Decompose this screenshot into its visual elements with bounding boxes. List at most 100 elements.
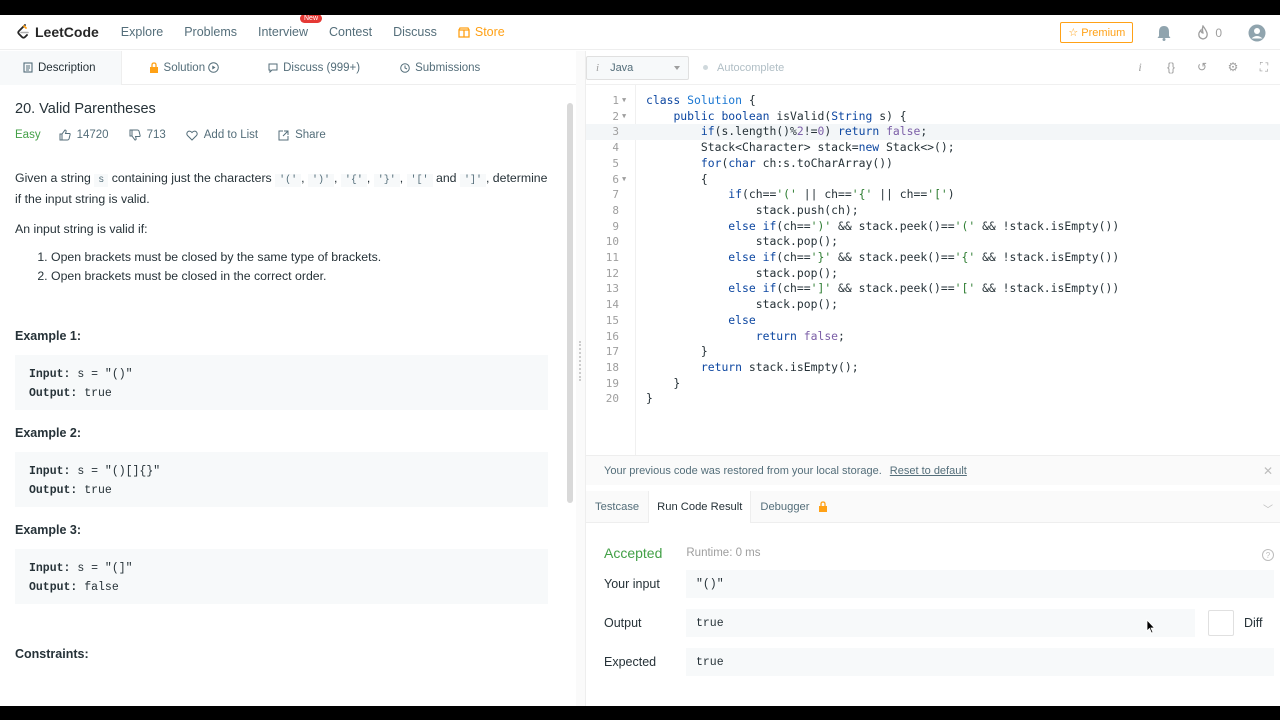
code-line: 18 return stack.isEmpty(); — [605, 359, 859, 374]
tab-discuss-label: Discuss (999+) — [283, 61, 361, 74]
code-line: 11 else if(ch=='}' && stack.peek()=='{' … — [605, 250, 1120, 264]
tab-discuss[interactable]: Discuss (999+) — [268, 51, 360, 85]
nav-right: ☆ Premium 0 — [1060, 15, 1280, 50]
inline-code-char: ']' — [459, 174, 486, 187]
streak-counter[interactable]: 0 — [1197, 25, 1222, 40]
tab-testcase[interactable]: Testcase — [586, 491, 648, 523]
info-icon[interactable]: i — [1132, 60, 1148, 75]
diff-checkbox[interactable] — [1208, 610, 1234, 636]
problem-tabs: Description Solution Discuss (999+) Subm… — [0, 50, 576, 85]
code-line: 15 else — [605, 312, 756, 327]
caret-down-icon — [674, 65, 680, 70]
tab-run-result[interactable]: Run Code Result — [648, 490, 752, 523]
nav-explore[interactable]: Explore — [121, 25, 163, 39]
expected-row: Expected true — [604, 648, 1274, 676]
avatar-icon[interactable] — [1248, 24, 1266, 42]
tab-submissions-label: Submissions — [415, 61, 481, 74]
code-editor[interactable]: 1 ▼ class Solution { 2 ▼ public boolean isV… — [586, 85, 1280, 455]
output-row: Output true Diff — [604, 609, 1274, 637]
valid-if-text: An input string is valid if: — [15, 222, 148, 236]
inline-code-s: s — [94, 174, 109, 187]
lock-icon — [149, 62, 158, 73]
example-output: false — [77, 581, 119, 594]
chevron-down-icon[interactable]: ﹀ — [1263, 501, 1273, 516]
example-box: Input: s = "()[]{}" Output: true — [15, 452, 548, 507]
nav-store[interactable]: Store — [458, 25, 505, 39]
nav-problems[interactable]: Problems — [184, 25, 237, 39]
code-line: 12 stack.pop(); — [605, 265, 839, 280]
bell-icon[interactable] — [1157, 25, 1171, 41]
runtime-text: Runtime: 0 ms — [686, 547, 761, 559]
example-input: s = "(]" — [70, 562, 133, 575]
code-line: 7 if(ch=='(' || ch=='{' || ch=='[') — [612, 187, 955, 202]
code-line: 2 ▼ public boolean isValid(String s) { — [612, 108, 907, 123]
share-icon — [278, 130, 289, 140]
language-select[interactable]: i Java — [586, 55, 689, 80]
tab-submissions[interactable]: Submissions — [400, 51, 480, 85]
logo[interactable]: LeetCode — [16, 24, 99, 40]
desc-text: Given a string — [15, 171, 91, 185]
close-icon[interactable]: ✕ — [1263, 464, 1273, 478]
add-to-list-button[interactable]: Add to List — [186, 129, 258, 141]
code-line: 4 Stack<Character> stack=new Stack<>(); — [612, 140, 955, 155]
app-window: LeetCode Explore Problems Interview New … — [0, 15, 1280, 706]
braces-icon[interactable]: {} — [1163, 60, 1179, 75]
store-icon — [458, 26, 470, 38]
nav-contest[interactable]: Contest — [329, 25, 372, 39]
fullscreen-icon[interactable]: ⛶ — [1256, 60, 1272, 75]
editor-tool-icons: i {} ↺ ⚙ ⛶ — [1132, 60, 1272, 75]
tab-description[interactable]: Description — [0, 50, 122, 85]
code-line: 8 stack.push(ch); — [612, 202, 859, 217]
heart-icon — [186, 130, 198, 141]
reset-icon[interactable]: ↺ — [1194, 60, 1210, 75]
problem-content: 20. Valid Parentheses Easy 14720 713 Add… — [15, 101, 548, 661]
tab-debugger-label: Debugger — [760, 500, 810, 513]
inline-code-char: '{' — [340, 174, 367, 187]
thumbs-up-icon — [59, 129, 71, 141]
example-output: true — [77, 387, 112, 400]
constraints-title: Constraints: — [15, 647, 89, 661]
streak-count: 0 — [1215, 25, 1222, 40]
leetcode-logo-icon — [17, 24, 29, 39]
code-line: 10 stack.pop(); — [605, 234, 839, 249]
diff-toggle[interactable]: Diff — [1208, 609, 1274, 637]
code-line: 3 if(s.length()%2!=0) return false; — [586, 124, 1280, 141]
rule-item: Open brackets must be closed in the corr… — [51, 267, 548, 286]
reset-to-default-link[interactable]: Reset to default — [890, 465, 967, 477]
dislike-button[interactable]: 713 — [129, 129, 166, 141]
premium-button[interactable]: ☆ Premium — [1060, 22, 1134, 43]
play-circle-icon — [208, 62, 219, 73]
info-icon: i — [596, 61, 600, 74]
inline-code-char: '[' — [406, 174, 433, 187]
example-input: s = "()" — [70, 368, 133, 381]
desc-text: and — [435, 171, 457, 185]
lock-icon — [818, 501, 827, 512]
diff-label: Diff — [1244, 616, 1263, 630]
code-line: 1 ▼ class Solution { — [612, 93, 756, 107]
settings-icon[interactable]: ⚙ — [1225, 60, 1241, 75]
panel-splitter[interactable] — [576, 51, 585, 706]
nav-interview[interactable]: Interview New — [258, 15, 323, 39]
restore-notice: Your previous code was restored from you… — [586, 455, 1280, 485]
result-tabs: Testcase Run Code Result Debugger ﹀ — [586, 490, 1280, 523]
example-input: s = "()[]{}" — [70, 465, 161, 478]
restore-message: Your previous code was restored from you… — [604, 464, 882, 477]
problem-scrollbar[interactable] — [567, 103, 573, 503]
inline-code-char: ')' — [307, 174, 334, 187]
autocomplete-toggle[interactable]: Autocomplete — [703, 62, 784, 74]
rules-list: Open brackets must be closed by the same… — [37, 248, 548, 286]
tab-solution[interactable]: Solution — [149, 51, 225, 85]
problem-meta: Easy 14720 713 Add to List Share — [15, 129, 548, 141]
your-input-label: Your input — [604, 577, 660, 591]
fire-icon — [1198, 25, 1209, 40]
splitter-handle[interactable] — [579, 341, 582, 381]
problem-title: 20. Valid Parentheses — [15, 101, 156, 117]
share-button[interactable]: Share — [278, 129, 326, 141]
nav-discuss[interactable]: Discuss — [393, 25, 437, 39]
tab-debugger[interactable]: Debugger — [751, 491, 836, 523]
output-value: true — [686, 609, 1195, 637]
code-line: 5 for(char ch:s.toCharArray()) — [612, 155, 893, 170]
help-icon[interactable]: ? — [1262, 549, 1274, 561]
example-output-label: Output: — [29, 387, 78, 400]
like-button[interactable]: 14720 — [59, 129, 109, 141]
